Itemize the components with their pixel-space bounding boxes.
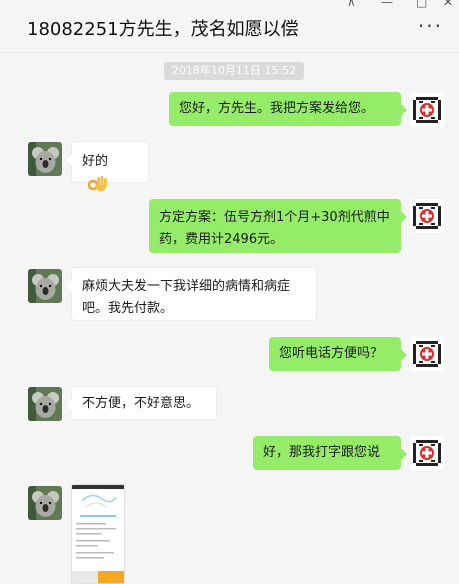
more-options-icon[interactable]: ··· [418,16,443,36]
chat-title-bar: ⊼ — □ ✕ 18082251方先生，茂名如愿以偿 ··· [0,0,459,53]
clinic-logo-icon [410,436,444,470]
maximize-button[interactable]: □ [416,0,427,8]
koala-avatar-icon [28,486,62,520]
message-text: 不方便，不好意思。 [82,396,200,411]
message-image-thumbnail[interactable] [71,484,125,584]
close-button[interactable]: ✕ [443,0,453,8]
contact-avatar[interactable] [28,387,62,421]
clinic-logo-icon [410,199,444,233]
chat-title: 18082251方先生，茂名如愿以偿 [27,19,299,40]
contact-avatar[interactable] [28,142,62,176]
message-text: 好的 [82,154,109,169]
message-bubble-received[interactable]: 麻烦大夫发一下我详细的病情和病症吧。我先付款。 [66,267,317,321]
message-bubble-received[interactable]: 不方便，不好意思。 [66,386,217,420]
pin-button[interactable]: ⊼ [347,0,356,8]
message-bubble-sent[interactable]: 好，那我打字跟您说 [253,436,407,470]
my-avatar[interactable] [410,436,444,470]
ok-hand-emoji-icon [87,176,107,192]
message-bubble-sent[interactable]: 您听电话方便吗？ [269,337,407,371]
my-avatar[interactable] [410,199,444,233]
message-bubble-received[interactable]: 好的 [66,141,149,192]
clinic-logo-icon [410,337,444,371]
koala-avatar-icon [28,387,62,421]
clinic-logo-icon [410,93,444,127]
contact-avatar[interactable] [28,486,62,520]
contact-avatar[interactable] [28,269,62,303]
message-timestamp: 2018年10月11日 15:52 [164,62,304,80]
koala-avatar-icon [28,269,62,303]
message-text: 您听电话方便吗？ [279,346,384,361]
koala-avatar-icon [28,142,62,176]
phone-screenshot-image [72,485,124,583]
message-text: 好，那我打字跟您说 [263,445,381,460]
my-avatar[interactable] [410,337,444,371]
message-text: 方定方案：伍号方剂1个月+30剂代煎中药，费用计2496元。 [159,210,390,247]
message-text: 麻烦大夫发一下我详细的病情和病症吧。我先付款。 [82,279,291,316]
my-avatar[interactable] [410,93,444,127]
minimize-button[interactable]: — [381,0,393,8]
message-text: 您好，方先生。我把方案发给您。 [179,101,375,116]
message-bubble-sent[interactable]: 方定方案：伍号方剂1个月+30剂代煎中药，费用计2496元。 [149,199,407,253]
message-bubble-sent[interactable]: 您好，方先生。我把方案发给您。 [169,92,407,126]
